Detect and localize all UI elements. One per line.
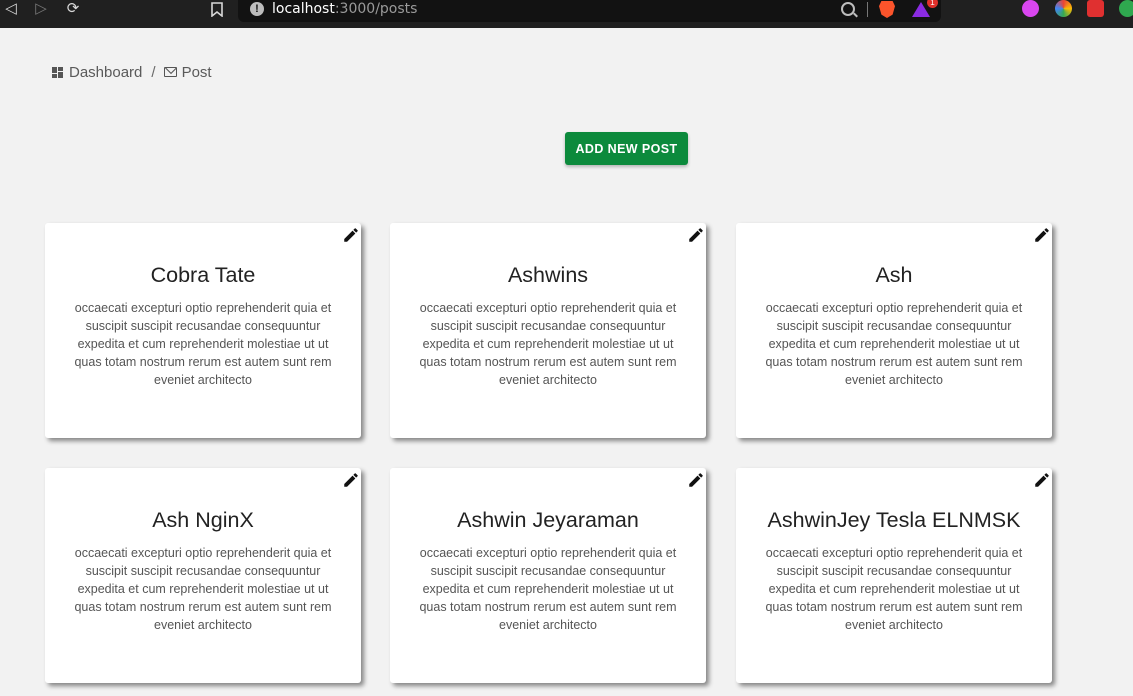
back-icon[interactable]: ◁ (0, 0, 22, 20)
post-body: occaecati excepturi optio reprehenderit … (74, 546, 332, 632)
breadcrumb-separator: / (151, 63, 156, 81)
post-card: Ash NginX occaecati excepturi optio repr… (45, 468, 361, 683)
breadcrumb-label: Dashboard (69, 63, 143, 81)
extension-icon[interactable] (1119, 0, 1133, 17)
edit-icon[interactable] (1033, 471, 1051, 489)
reload-icon[interactable]: ⟳ (62, 0, 84, 20)
post-card: Ash occaecati excepturi optio reprehende… (736, 223, 1052, 438)
post-title: Ashwins (507, 263, 589, 287)
post-title: Ashwin Jeyaraman (457, 508, 639, 532)
extension-icon[interactable] (1087, 0, 1104, 17)
rewards-badge: 1 (927, 0, 938, 8)
post-body: occaecati excepturi optio reprehenderit … (765, 301, 1023, 387)
post-card: Ashwins occaecati excepturi optio repreh… (390, 223, 706, 438)
edit-icon[interactable] (342, 226, 360, 244)
site-info-icon[interactable]: ! (250, 2, 264, 16)
post-title: Ash NginX (152, 508, 254, 532)
zoom-icon[interactable] (841, 2, 855, 16)
post-card: AshwinJey Tesla ELNMSK occaecati exceptu… (736, 468, 1052, 683)
breadcrumb-post[interactable]: Post (163, 63, 212, 81)
edit-icon[interactable] (1033, 226, 1051, 244)
breadcrumb-dashboard[interactable]: Dashboard (52, 64, 142, 81)
edit-icon[interactable] (687, 226, 705, 244)
post-title: Cobra Tate (150, 263, 256, 287)
forward-icon[interactable]: ▷ (30, 0, 52, 20)
dashboard-icon (52, 66, 63, 78)
extension-icon[interactable] (1022, 0, 1039, 17)
post-title: AshwinJey Tesla ELNMSK (767, 508, 1021, 532)
post-card: Ashwin Jeyaraman occaecati excepturi opt… (390, 468, 706, 683)
url-text[interactable]: localhost:3000/posts (272, 1, 417, 17)
divider (867, 2, 868, 17)
breadcrumb-label: Post (181, 63, 212, 81)
post-title: Ash (875, 263, 913, 287)
post-body: occaecati excepturi optio reprehenderit … (419, 546, 677, 632)
brave-shields-icon[interactable] (879, 1, 895, 18)
post-body: occaecati excepturi optio reprehenderit … (74, 301, 332, 387)
breadcrumb: Dashboard / Post (52, 62, 212, 82)
mail-icon (163, 67, 177, 77)
address-bar[interactable]: ! localhost:3000/posts 1 (238, 0, 941, 22)
bookmark-icon[interactable] (206, 0, 228, 20)
post-body: occaecati excepturi optio reprehenderit … (419, 301, 677, 387)
add-new-post-button[interactable]: ADD NEW POST (565, 132, 688, 165)
edit-icon[interactable] (687, 471, 705, 489)
post-card: Cobra Tate occaecati excepturi optio rep… (45, 223, 361, 438)
color-picker-extension-icon[interactable] (1055, 0, 1072, 17)
post-body: occaecati excepturi optio reprehenderit … (765, 546, 1023, 632)
edit-icon[interactable] (342, 471, 360, 489)
browser-toolbar: ◁ ▷ ⟳ ! localhost:3000/posts 1 (0, 0, 1133, 28)
